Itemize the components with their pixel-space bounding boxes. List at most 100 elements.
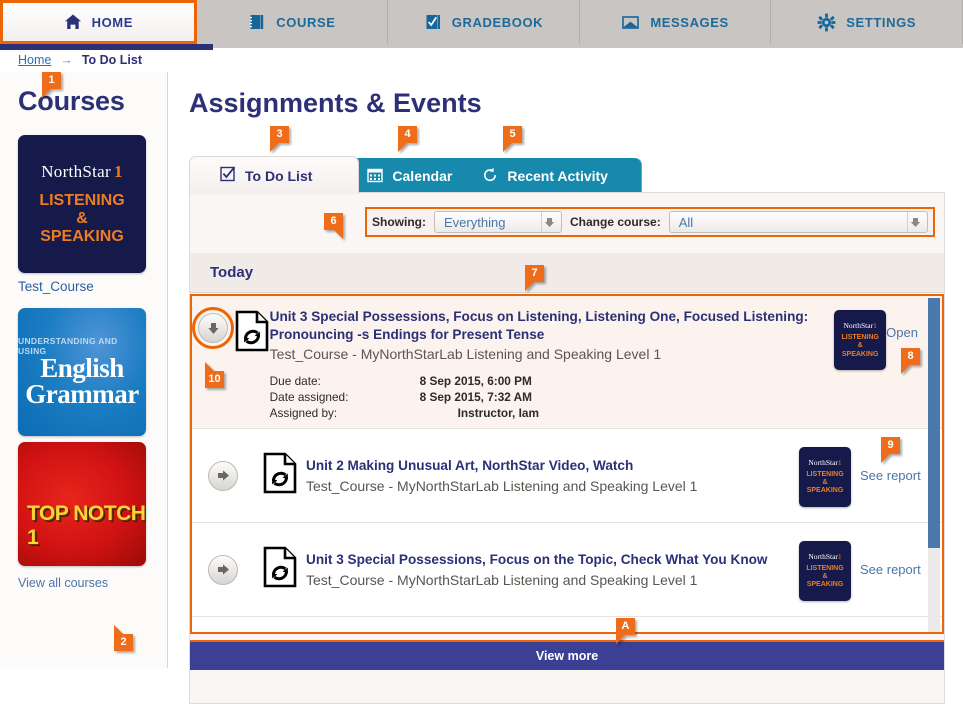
- date-assigned-value: 8 Sep 2015, 7:32 AM: [419, 390, 533, 405]
- northstar-brand: NorthStar 1: [41, 162, 123, 182]
- see-report-link[interactable]: See report: [860, 562, 921, 577]
- top-notch-title: TOP NOTCH 1: [27, 502, 146, 549]
- checkbook-icon: [424, 13, 442, 31]
- document-type-cell: [254, 452, 306, 499]
- nav-tab-gradebook-label: GRADEBOOK: [451, 14, 544, 30]
- book-icon: [248, 13, 266, 31]
- row-body: Unit 2 Making Unusual Art, NorthStar Vid…: [306, 457, 790, 493]
- arrow-right-icon[interactable]: [208, 554, 238, 585]
- document-type-cell: [254, 546, 306, 593]
- northstar-subtitle: LISTENING & SPEAKING: [39, 192, 125, 245]
- callout-badge-5: 5: [503, 126, 522, 152]
- content-tabstrip: To Do List Calendar Recent Activity: [189, 156, 642, 194]
- nav-tab-course-label: COURSE: [276, 14, 336, 30]
- due-date-value: 8 Sep 2015, 6:00 PM: [419, 374, 532, 389]
- nav-tab-gradebook[interactable]: GRADEBOOK: [388, 0, 580, 44]
- breadcrumb-current: To Do List: [81, 53, 143, 67]
- tab-recent-activity[interactable]: Recent Activity: [460, 158, 642, 194]
- showing-select-value: Everything: [444, 214, 506, 230]
- row-thumbnail-cell: NorthStar1 LISTENING & SPEAKING: [790, 539, 860, 601]
- assignment-title[interactable]: Unit 3 Special Possessions, Focus on Lis…: [270, 308, 827, 344]
- callout-badge-3: 3: [270, 126, 289, 152]
- row-body: Unit 3 Special Possessions, Focus on Lis…: [270, 308, 835, 421]
- callout-badge-1: 1: [42, 72, 61, 98]
- assignment-row[interactable]: Unit 3 Special Possessions, Focus on Lis…: [192, 296, 942, 429]
- nav-tab-home-label: HOME: [91, 14, 133, 30]
- main-content: Assignments & Events To Do List Calendar: [169, 72, 963, 704]
- chevron-down-icon: [541, 212, 557, 232]
- english-grammar-title: English Grammar: [25, 353, 139, 409]
- assignment-book-thumbnail: NorthStar1 LISTENING & SPEAKING: [799, 446, 851, 507]
- nav-tab-messages[interactable]: MESSAGES: [580, 0, 772, 44]
- active-tab-underline: [0, 44, 213, 50]
- assignment-row[interactable]: Unit 2 Making Unusual Art, NorthStar Vid…: [192, 429, 942, 523]
- callout-badge-2: 2: [114, 625, 133, 651]
- home-icon: [64, 13, 82, 31]
- filter-bar: Showing: Everything Change course: All: [365, 207, 935, 237]
- page-title: Assignments & Events: [189, 88, 482, 118]
- list-scrollbar-thumb[interactable]: [928, 298, 940, 548]
- nav-tab-messages-label: MESSAGES: [650, 14, 729, 30]
- change-course-select-value: All: [678, 214, 694, 230]
- assignment-book-thumbnail: NorthStar1 LISTENING & SPEAKING: [799, 540, 851, 601]
- assignment-title[interactable]: Unit 2 Making Unusual Art, NorthStar Vid…: [306, 457, 782, 475]
- course-thumbnail-english-grammar[interactable]: UNDERSTANDING AND USING English Grammar: [18, 308, 146, 436]
- course-thumbnail-northstar[interactable]: NorthStar 1 LISTENING & SPEAKING: [18, 135, 146, 273]
- checkbox-icon: [220, 166, 236, 185]
- callout-badge-10: 10: [205, 362, 224, 388]
- callout-badge-7: 7: [525, 265, 544, 291]
- envelope-icon: [621, 13, 640, 31]
- showing-select[interactable]: Everything: [434, 211, 562, 233]
- top-navigation: HOME COURSE GRADEBOOK MESSAGES SETTINGS: [0, 0, 963, 50]
- row-thumbnail-cell: NorthStar1 LISTENING & SPEAKING: [790, 445, 860, 507]
- assignment-row[interactable]: Unit 3 Special Possessions, Focus on the…: [192, 523, 942, 617]
- course-name-label: Test_Course: [18, 279, 94, 294]
- callout-badge-9: 9: [881, 437, 900, 463]
- document-refresh-icon: [263, 546, 297, 593]
- breadcrumb-separator: →: [60, 53, 73, 67]
- showing-label: Showing:: [372, 215, 426, 229]
- assignment-list: Unit 3 Special Possessions, Focus on Lis…: [190, 294, 944, 634]
- tab-recent-activity-label: Recent Activity: [507, 168, 608, 184]
- view-all-courses-link[interactable]: View all courses: [18, 576, 108, 590]
- arrow-down-icon[interactable]: [192, 307, 235, 349]
- assignment-course: Test_Course - MyNorthStarLab Listening a…: [269, 346, 662, 363]
- open-link[interactable]: Open: [886, 325, 918, 340]
- nav-tab-home[interactable]: HOME: [0, 0, 197, 44]
- document-refresh-icon: [263, 452, 297, 499]
- assignment-book-thumbnail: NorthStar1 LISTENING & SPEAKING: [834, 310, 887, 370]
- due-date-label: Due date:: [269, 374, 321, 389]
- tab-calendar-label: Calendar: [392, 168, 453, 184]
- document-type-cell: [234, 308, 269, 357]
- refresh-icon: [482, 167, 498, 186]
- sidebar: Courses NorthStar 1 LISTENING & SPEAKING …: [0, 72, 168, 668]
- callout-badge-A: A: [616, 618, 635, 644]
- gear-icon: [817, 13, 836, 32]
- calendar-icon: [367, 167, 384, 186]
- change-course-label: Change course:: [570, 215, 661, 229]
- tab-to-do-list[interactable]: To Do List: [189, 156, 360, 194]
- assignment-details: Due date: 8 Sep 2015, 6:00 PM Date assig…: [270, 373, 827, 421]
- course-thumbnail-top-notch[interactable]: TOP NOTCH 1: [18, 442, 146, 566]
- date-assigned-label: Date assigned:: [269, 390, 349, 405]
- chevron-down-icon: [907, 212, 923, 232]
- sidebar-heading: Courses: [18, 86, 125, 116]
- tab-to-do-list-label: To Do List: [245, 167, 313, 184]
- nav-tab-course[interactable]: COURSE: [197, 0, 389, 44]
- breadcrumb-home-link[interactable]: Home: [18, 53, 51, 67]
- group-header-today: Today: [190, 253, 944, 293]
- tab-calendar[interactable]: Calendar: [345, 158, 475, 194]
- view-more-label: View more: [535, 649, 599, 663]
- arrow-right-icon[interactable]: [208, 460, 238, 491]
- view-more-button[interactable]: View more: [190, 640, 944, 670]
- row-expand-cell: [192, 307, 235, 349]
- callout-badge-6: 6: [324, 213, 343, 239]
- nav-tab-settings-label: SETTINGS: [846, 14, 917, 30]
- row-thumbnail-cell: NorthStar1 LISTENING & SPEAKING: [834, 308, 887, 370]
- todo-panel: Showing: Everything Change course: All T…: [189, 192, 945, 704]
- change-course-select[interactable]: All: [668, 211, 928, 233]
- nav-tab-settings[interactable]: SETTINGS: [771, 0, 963, 44]
- group-header-today-label: Today: [210, 264, 254, 281]
- assignment-title[interactable]: Unit 3 Special Possessions, Focus on the…: [306, 551, 782, 569]
- see-report-link[interactable]: See report: [860, 468, 921, 483]
